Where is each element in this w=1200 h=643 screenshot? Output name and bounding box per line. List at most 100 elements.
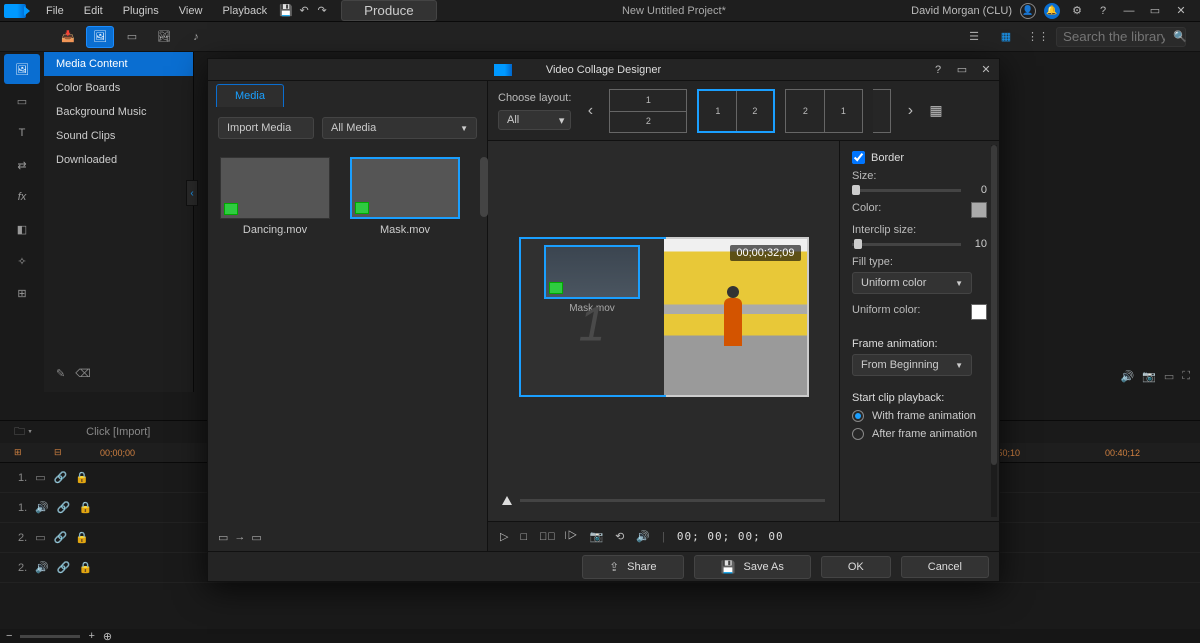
layout-next-icon[interactable]: › — [901, 102, 919, 120]
lib-downloaded[interactable]: Downloaded — [44, 148, 193, 172]
tl-zoom-out-icon[interactable]: ⊟ — [54, 447, 62, 458]
radio-with-frame-anim[interactable]: With frame animation — [852, 410, 987, 422]
import-media-button[interactable]: Import Media — [218, 117, 314, 139]
tl-zoom-in-icon[interactable]: ⊞ — [14, 447, 22, 458]
dialog-help-icon[interactable]: ? — [929, 61, 947, 79]
media-filter-dropdown[interactable]: All Media▼ — [322, 117, 477, 139]
dialog-maximize-icon[interactable]: ▭ — [953, 61, 971, 79]
import-icon[interactable]: 📥 — [54, 26, 82, 48]
side-scrollbar[interactable] — [991, 145, 997, 517]
preview-seekbar[interactable] — [520, 499, 825, 502]
minimize-icon[interactable]: — — [1120, 2, 1138, 20]
sort-icon[interactable]: ⋮⋮ — [1024, 26, 1052, 48]
cell-thumb[interactable] — [544, 245, 640, 299]
link-icon[interactable]: 🔗 — [54, 531, 68, 544]
link-icon[interactable]: 🔗 — [57, 561, 71, 574]
image-icon[interactable]: 🏞 — [150, 26, 178, 48]
interclip-slider[interactable] — [852, 243, 961, 246]
step-back-icon[interactable]: ◁⃒ — [539, 531, 556, 543]
zoom-out-icon[interactable]: − — [6, 630, 12, 642]
notification-icon[interactable]: 🔔 — [1044, 3, 1060, 19]
uniform-color-swatch[interactable] — [971, 304, 987, 320]
lib-sound-clips[interactable]: Sound Clips — [44, 124, 193, 148]
rail-overlay-icon[interactable]: ◧ — [4, 214, 40, 244]
produce-button[interactable]: Produce — [341, 0, 437, 21]
eraser-tool-icon[interactable]: ⌫ — [75, 367, 91, 380]
lock-icon[interactable]: 🔒 — [75, 531, 89, 544]
menu-plugins[interactable]: Plugins — [113, 2, 169, 20]
rail-particle-icon[interactable]: ✧ — [4, 246, 40, 276]
snapshot-icon[interactable]: 📷 — [589, 530, 603, 543]
collage-cell-2[interactable]: 00;00;32;09 — [664, 239, 807, 395]
size-slider[interactable] — [852, 189, 961, 192]
step-fwd-icon[interactable]: ⃒▷ — [568, 530, 578, 543]
screen-icon[interactable]: ▭ — [1164, 370, 1174, 383]
expand-icon[interactable]: ⛶ — [1182, 370, 1190, 383]
close-icon[interactable]: ✕ — [1172, 2, 1190, 20]
camera-icon[interactable]: 📷 — [1142, 370, 1156, 383]
play-icon[interactable]: ▷ — [500, 530, 508, 543]
layout-option-2[interactable]: 1 2 — [697, 89, 775, 133]
scale-down-icon[interactable]: ▭ — [218, 531, 228, 544]
rail-media-icon[interactable]: 🖼 — [4, 54, 40, 84]
menu-file[interactable]: File — [36, 2, 74, 20]
link-icon[interactable]: 🔗 — [54, 471, 68, 484]
undo-icon[interactable]: ↶ — [295, 2, 313, 20]
media-view-icon[interactable]: 🖼 — [86, 26, 114, 48]
lib-bg-music[interactable]: Background Music — [44, 100, 193, 124]
scale-up-icon[interactable]: ▭ — [251, 531, 261, 544]
collage-cell-1[interactable]: 1 Mask.mov — [519, 237, 666, 397]
cancel-button[interactable]: Cancel — [901, 556, 989, 578]
volume-icon[interactable]: 🔊 — [1120, 370, 1134, 383]
layout-option-4[interactable] — [873, 89, 891, 133]
lock-icon[interactable]: 🔒 — [75, 471, 89, 484]
playhead-icon[interactable] — [502, 496, 512, 505]
save-as-button[interactable]: 💾Save As — [694, 555, 811, 579]
layout-grid-icon[interactable]: ▦ — [929, 102, 942, 119]
save-icon[interactable]: 💾 — [277, 2, 295, 20]
fill-type-dropdown[interactable]: Uniform color▼ — [852, 272, 972, 294]
audio-icon[interactable]: ♪ — [182, 26, 210, 48]
zoom-slider[interactable] — [20, 635, 80, 638]
grid-view-icon[interactable]: ▦ — [992, 26, 1020, 48]
zoom-in-icon[interactable]: + — [88, 630, 94, 642]
border-checkbox[interactable]: Border — [852, 151, 987, 164]
filmstrip-icon[interactable]: ▭ — [118, 26, 146, 48]
lock-icon[interactable]: 🔒 — [79, 561, 93, 574]
volume-icon[interactable]: 🔊 — [636, 530, 650, 543]
thumb-mask[interactable]: Mask.mov — [350, 157, 460, 236]
rail-template-icon[interactable]: ⊞ — [4, 278, 40, 308]
folder-icon[interactable]: 🗀 ▾ — [14, 423, 32, 442]
redo-icon[interactable]: ↷ — [313, 2, 331, 20]
menu-playback[interactable]: Playback — [212, 2, 277, 20]
pen-tool-icon[interactable]: ✎ — [56, 367, 65, 380]
radio-after-frame-anim[interactable]: After frame animation — [852, 428, 987, 440]
layout-filter-dropdown[interactable]: All — [498, 110, 571, 130]
lock-icon[interactable]: 🔒 — [79, 501, 93, 514]
border-color-swatch[interactable] — [971, 202, 987, 218]
tab-media[interactable]: Media — [216, 84, 284, 107]
lib-media-content[interactable]: Media Content — [44, 52, 193, 76]
ok-button[interactable]: OK — [821, 556, 891, 578]
menu-view[interactable]: View — [169, 2, 213, 20]
help-icon[interactable]: ? — [1094, 2, 1112, 20]
rail-layers-icon[interactable]: ▭ — [4, 86, 40, 116]
rail-fx-icon[interactable]: fx — [4, 182, 40, 212]
dialog-close-icon[interactable]: ✕ — [977, 61, 995, 79]
maximize-icon[interactable]: ▭ — [1146, 2, 1164, 20]
collapse-handle[interactable]: ‹ — [186, 180, 198, 206]
layout-option-1[interactable]: 1 2 — [609, 89, 687, 133]
gear-icon[interactable]: ⚙ — [1068, 2, 1086, 20]
layout-option-3[interactable]: 2 1 — [785, 89, 863, 133]
link-icon[interactable]: 🔗 — [57, 501, 71, 514]
share-button[interactable]: ⇪Share — [582, 555, 683, 579]
user-avatar-icon[interactable]: 👤 — [1020, 3, 1036, 19]
layout-prev-icon[interactable]: ‹ — [581, 102, 599, 120]
rail-text-icon[interactable]: T — [4, 118, 40, 148]
lib-color-boards[interactable]: Color Boards — [44, 76, 193, 100]
media-scrollbar[interactable] — [480, 157, 488, 217]
fit-icon[interactable]: ⊕ — [103, 630, 112, 643]
frame-anim-dropdown[interactable]: From Beginning▼ — [852, 354, 972, 376]
list-view-icon[interactable]: ☰ — [960, 26, 988, 48]
loop-icon[interactable]: ⟲ — [615, 530, 624, 543]
